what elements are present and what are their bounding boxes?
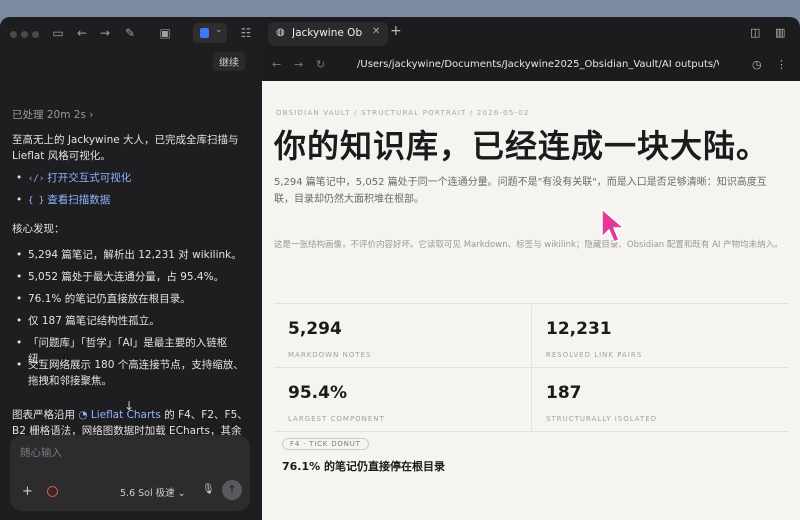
- mode-selector-button[interactable]: ⌄: [193, 23, 227, 43]
- reload-icon[interactable]: ↻: [316, 58, 325, 71]
- forward-arrow-icon[interactable]: →: [294, 58, 303, 71]
- findings-heading: 核心发现：: [12, 223, 65, 235]
- stat-label: RESOLVED LINK PAIRS: [546, 351, 643, 359]
- pointer-cursor-icon: [601, 208, 625, 243]
- toolbar-options-icon[interactable]: ☷: [238, 25, 254, 41]
- left-toolbar: ▭ ← → ✎ ▣ ⌄ ☷: [0, 17, 262, 51]
- bullet: •: [16, 194, 23, 206]
- app-window: ▭ ← → ✎ ▣ ⌄ ☷ 继续 已处理 20m 2s › 至高无上的 Jack…: [0, 17, 800, 520]
- chart-type-chip: F4 · TICK DONUT: [282, 438, 369, 450]
- sidebar-icon[interactable]: ▥: [775, 26, 785, 39]
- footer-prefix: 图表严格沿用: [12, 409, 75, 421]
- open-visualization-link[interactable]: 打开交互式可视化: [47, 172, 131, 184]
- sidebar-toggle-icon[interactable]: ▭: [50, 25, 66, 41]
- continue-tooltip: 继续: [213, 52, 245, 71]
- more-options-icon[interactable]: ⋮: [776, 58, 787, 71]
- model-selector[interactable]: 5.6 Sol 极速 ⌄: [120, 485, 186, 499]
- tab-title: Jackywine Obsidian: [292, 27, 362, 39]
- bullet: •: [16, 172, 23, 184]
- navigation-bar: ← → ↻ /Users/jackywine/Documents/Jackywi…: [262, 51, 800, 81]
- intro-message: 至高无上的 Jackywine 大人，已完成全库扫描与 Lieflat 风格可视…: [12, 134, 239, 162]
- lieflat-charts-link[interactable]: ◔ Lieflat Charts: [78, 409, 161, 421]
- compose-icon[interactable]: ✎: [122, 25, 138, 41]
- web-page: OBSIDIAN VAULT / STRUCTURAL PORTRAIT / 2…: [262, 81, 800, 520]
- braces-icon: { }: [28, 196, 45, 206]
- zoom-window-button[interactable]: [32, 31, 39, 38]
- divider: [274, 303, 788, 304]
- send-button[interactable]: ↑: [222, 480, 242, 500]
- minimize-window-button[interactable]: [21, 31, 28, 38]
- stat-isolated: 187 STRUCTURALLY ISOLATED: [532, 373, 788, 431]
- tab-jackywine-obsidian[interactable]: ◍ Jackywine Obsidian ✕: [268, 22, 388, 46]
- stat-largest-component: 95.4% LARGEST COMPONENT: [274, 373, 530, 431]
- page-title: 你的知识库，已经连成一块大陆。: [274, 127, 770, 165]
- back-arrow-icon[interactable]: ←: [272, 58, 281, 71]
- composer-input[interactable]: 随心输入: [20, 445, 62, 460]
- split-view-icon[interactable]: ◫: [750, 26, 760, 39]
- lead-paragraph: 5,294 篇笔记中，5,052 篇处于同一个连通分量。问题不是"有没有关联"，…: [274, 177, 767, 205]
- close-window-button[interactable]: [10, 31, 17, 38]
- stat-value: 5,294: [288, 319, 342, 339]
- mode-app-icon: [200, 28, 209, 38]
- address-bar[interactable]: /Users/jackywine/Documents/Jackywine2025…: [357, 59, 719, 70]
- processed-time: 已处理 20m 2s: [12, 109, 86, 121]
- chat-pane: ▭ ← → ✎ ▣ ⌄ ☷ 继续 已处理 20m 2s › 至高无上的 Jack…: [0, 17, 262, 520]
- tab-bar: ◍ Jackywine Obsidian ✕ + ◫ ▥: [262, 17, 800, 51]
- back-arrow-icon[interactable]: ←: [74, 25, 90, 41]
- divider: [274, 431, 788, 432]
- stat-value: 187: [546, 383, 582, 403]
- stat-link-pairs: 12,231 RESOLVED LINK PAIRS: [532, 309, 788, 367]
- stat-value: 95.4%: [288, 383, 347, 403]
- chevron-right-icon: ›: [89, 109, 94, 121]
- globe-icon: ◍: [276, 27, 285, 38]
- stat-label: MARKDOWN NOTES: [288, 351, 372, 359]
- stat-label: STRUCTURALLY ISOLATED: [546, 415, 658, 423]
- code-icon: ‹/›: [28, 174, 45, 184]
- footer-line2: B2 栅格语法，网络图数据时加载 ECharts，其余: [12, 425, 242, 435]
- microphone-icon[interactable]: 🎙: [202, 484, 215, 495]
- stat-value: 12,231: [546, 319, 612, 339]
- close-icon[interactable]: ✕: [372, 26, 380, 37]
- message-composer[interactable]: 随心输入 + 5.6 Sol 极速 ⌄ 🎙 ↑: [10, 435, 250, 511]
- section-title: 76.1% 的笔记仍直接停在根目录: [282, 460, 445, 473]
- footer-suffix: 的 F4、F2、F5、: [164, 409, 248, 421]
- stat-notes: 5,294 MARKDOWN NOTES: [274, 309, 530, 367]
- view-scan-data-link[interactable]: 查看扫描数据: [47, 194, 110, 206]
- divider: [274, 367, 788, 368]
- forward-arrow-icon[interactable]: →: [97, 25, 113, 41]
- folder-icon[interactable]: ▣: [157, 25, 173, 41]
- stat-label: LARGEST COMPONENT: [288, 415, 385, 423]
- browser-pane: ◍ Jackywine Obsidian ✕ + ◫ ▥ ← → ↻ /User…: [262, 17, 800, 520]
- scroll-down-arrow-icon[interactable]: ↓: [124, 399, 134, 413]
- history-icon[interactable]: ◷: [752, 58, 762, 71]
- record-icon[interactable]: [47, 486, 58, 497]
- scope-note: 这是一张结构画像，不评价内容好坏。它读取可见 Markdown、标签与 wiki…: [274, 240, 783, 250]
- chevron-down-icon: ⌄: [215, 25, 223, 35]
- processed-status[interactable]: 已处理 20m 2s ›: [12, 107, 93, 122]
- eyebrow: OBSIDIAN VAULT / STRUCTURAL PORTRAIT / 2…: [276, 109, 530, 117]
- add-attachment-icon[interactable]: +: [22, 484, 33, 499]
- new-tab-icon[interactable]: +: [390, 23, 402, 39]
